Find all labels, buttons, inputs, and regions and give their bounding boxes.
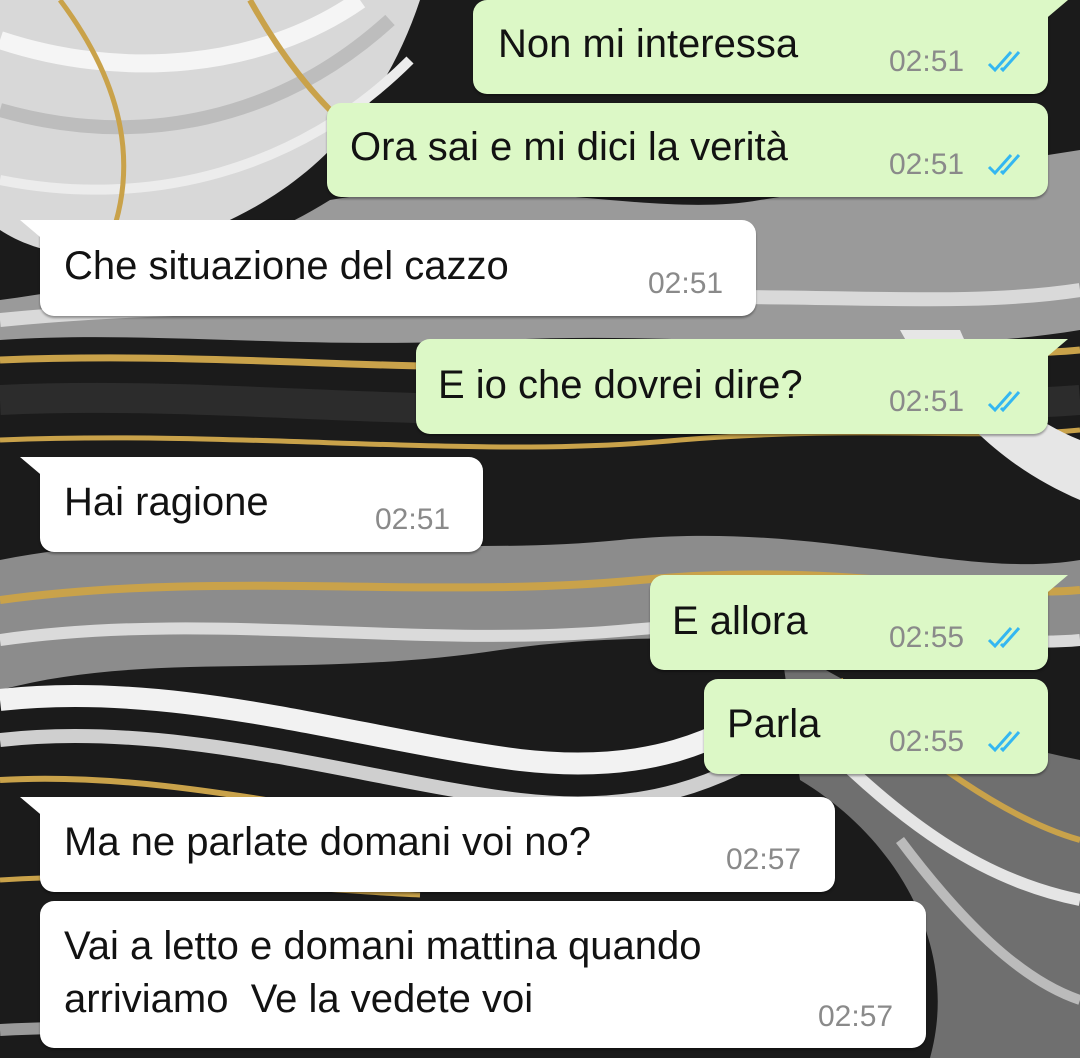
outgoing-message[interactable]: E io che dovrei dire? 02:51: [416, 339, 1068, 434]
message-text: E io che dovrei dire?: [438, 363, 803, 407]
message-timestamp: 02:57: [726, 843, 802, 876]
incoming-message[interactable]: Che situazione del cazzo 02:51: [20, 220, 756, 316]
message-text: Ma ne parlate domani voi no?: [64, 820, 591, 864]
message-text-line-2: arriviamo Ve la vedete voi: [64, 977, 534, 1021]
message-timestamp: 02:57: [818, 1000, 894, 1033]
message-text: E allora: [672, 599, 808, 643]
message-timestamp: 02:51: [648, 267, 724, 300]
outgoing-message[interactable]: E allora 02:55: [650, 575, 1068, 670]
message-timestamp: 02:51: [889, 45, 965, 78]
message-timestamp: 02:51: [889, 385, 965, 418]
incoming-message[interactable]: Vai a letto e domani mattina quando arri…: [40, 901, 926, 1048]
incoming-message[interactable]: Hai ragione 02:51: [20, 457, 483, 552]
message-timestamp: 02:51: [889, 148, 965, 181]
double-check-icon: [987, 154, 1021, 176]
outgoing-message[interactable]: Ora sai e mi dici la verità 02:51: [327, 103, 1048, 197]
message-timestamp: 02:51: [375, 503, 451, 536]
message-text-line-1: Vai a letto e domani mattina quando: [64, 924, 702, 968]
message-text: Hai ragione: [64, 480, 269, 524]
double-check-icon: [987, 731, 1021, 753]
message-timestamp: 02:55: [889, 621, 965, 654]
incoming-message[interactable]: Ma ne parlate domani voi no? 02:57: [20, 797, 835, 892]
message-text: Parla: [727, 702, 821, 746]
message-text: Non mi interessa: [498, 22, 799, 66]
outgoing-message[interactable]: Non mi interessa 02:51: [473, 0, 1068, 94]
double-check-icon: [987, 391, 1021, 413]
outgoing-message[interactable]: Parla 02:55: [704, 679, 1048, 774]
message-text: Ora sai e mi dici la verità: [350, 125, 788, 169]
double-check-icon: [987, 627, 1021, 649]
message-timestamp: 02:55: [889, 725, 965, 758]
double-check-icon: [987, 51, 1021, 73]
message-text: Che situazione del cazzo: [64, 244, 509, 288]
